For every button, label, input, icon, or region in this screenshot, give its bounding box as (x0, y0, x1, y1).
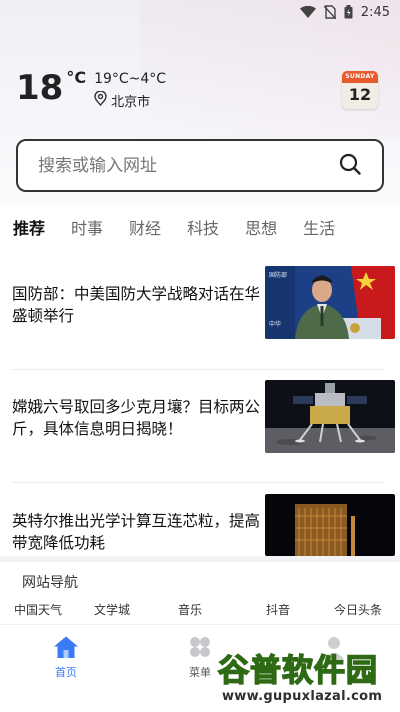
category-tabs: 推荐 时事 财经 科技 思想 生活 (13, 214, 361, 244)
tab-recommended[interactable]: 推荐 (13, 214, 45, 244)
temperature-range: 19°C~4°C (94, 71, 167, 87)
search-input[interactable] (38, 155, 338, 176)
bottom-nav-home-label: 首页 (55, 666, 77, 679)
calendar-day: 12 (348, 85, 372, 104)
nav-link-weather[interactable]: 中国天气 (14, 601, 62, 618)
news-title[interactable]: 嫦娥六号取回多少克月壤？目标两公斤，具体信息明日揭晓！ (12, 396, 260, 440)
search-bar[interactable] (16, 139, 384, 192)
nav-link-douyin[interactable]: 抖音 (266, 601, 290, 618)
calendar-weekday: SUNDAY (342, 71, 378, 83)
status-bar: 2:45 (0, 0, 400, 24)
tab-life[interactable]: 生活 (303, 214, 335, 244)
nav-link-toutiao[interactable]: 今日头条 (334, 601, 382, 618)
news-item[interactable]: 嫦娥六号取回多少克月壤？目标两公斤，具体信息明日揭晓！ (0, 380, 400, 506)
tab-finance[interactable]: 财经 (129, 214, 161, 244)
tab-ideas[interactable]: 思想 (245, 214, 277, 244)
svg-text:国防部: 国防部 (269, 271, 287, 279)
nav-link-wenxuecity[interactable]: 文学城 (94, 601, 130, 618)
watermark-url: www.gupuxlazal.com (222, 689, 383, 704)
weather-details: 19°C~4°C 北京市 (94, 70, 166, 110)
tab-technology[interactable]: 科技 (187, 214, 219, 244)
watermark: 谷普软件园 www.gupuxlazal.com (217, 652, 398, 710)
no-sim-icon (323, 5, 336, 19)
lunar-lander-photo[interactable] (265, 380, 395, 453)
current-temperature: 18 (16, 68, 64, 108)
watermark-logo: 谷普软件园 (217, 652, 378, 690)
nav-link-music[interactable]: 音乐 (178, 601, 202, 618)
news-title[interactable]: 英特尔推出光学计算互连芯粒，提高带宽降低功耗 (12, 510, 260, 554)
wifi-icon (299, 5, 316, 19)
press-conference-photo[interactable]: 国防部 中华 (265, 266, 395, 339)
news-title[interactable]: 国防部：中美国防大学战略对话在华盛顿举行 (12, 283, 260, 327)
temperature-unit: °C (66, 68, 87, 87)
calendar-icon[interactable]: SUNDAY 12 (342, 71, 378, 109)
menu-grid-icon (188, 637, 212, 662)
weather-widget[interactable]: 18 °C 19°C~4°C 北京市 (16, 66, 166, 110)
divider (12, 482, 384, 483)
clock-time: 2:45 (360, 4, 390, 20)
site-navigation: 网站导航 中国天气 文学城 音乐 抖音 今日头条 (0, 556, 400, 624)
news-item[interactable]: 国防部：中美国防大学战略对话在华盛顿举行 国防部 中华 (0, 266, 400, 393)
site-navigation-title: 网站导航 (22, 575, 78, 591)
location-row: 北京市 (94, 90, 166, 110)
home-icon (53, 636, 79, 662)
location-pin-icon (94, 90, 107, 110)
bottom-nav-home[interactable]: 首页 (26, 635, 106, 680)
svg-text:中华: 中华 (269, 320, 281, 328)
site-navigation-links: 中国天气 文学城 音乐 抖音 今日头条 (0, 601, 400, 621)
chip-photo[interactable] (265, 494, 395, 556)
tab-current-affairs[interactable]: 时事 (71, 214, 103, 244)
location-name: 北京市 (111, 95, 151, 110)
battery-icon (344, 5, 353, 19)
divider (12, 369, 384, 370)
search-icon[interactable] (338, 152, 362, 180)
